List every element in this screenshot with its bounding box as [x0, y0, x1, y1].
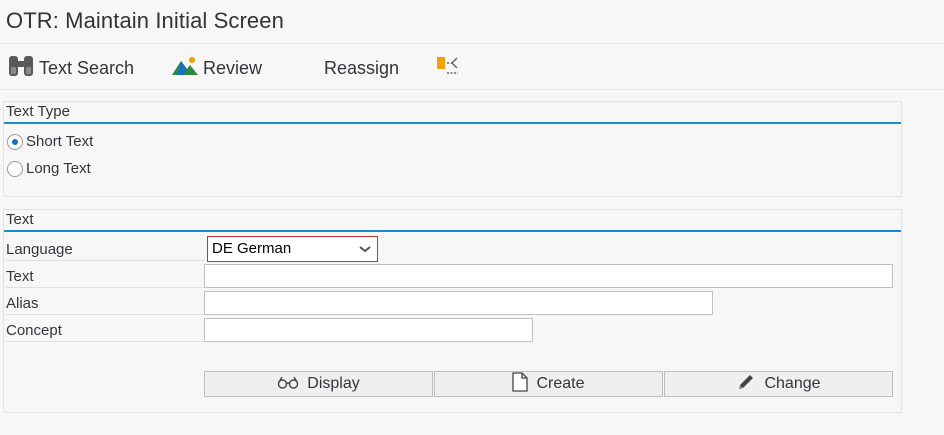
language-value: DE German [212, 240, 292, 257]
text-type-group: Text Type Short Text Long Text [3, 101, 902, 197]
concept-input[interactable] [204, 318, 533, 342]
application-toolbar: Text Search Review Reassign [0, 45, 944, 90]
alias-label: Alias [6, 290, 204, 315]
display-button[interactable]: Display [204, 371, 433, 397]
text-type-divider [4, 122, 901, 124]
language-label: Language [6, 236, 204, 261]
reassign-button[interactable]: Reassign [324, 54, 399, 82]
pencil-icon [736, 372, 764, 397]
text-group-title: Text [6, 211, 34, 228]
reassign-label: Reassign [324, 57, 400, 78]
review-label: Review [203, 57, 263, 78]
more-options-button[interactable] [436, 54, 467, 82]
mountain-icon [172, 55, 203, 82]
text-search-button[interactable]: Text Search [8, 54, 134, 82]
radio-short-text[interactable]: Short Text [7, 133, 93, 150]
display-label: Display [307, 375, 360, 392]
text-label: Text [6, 263, 204, 288]
radio-long-text-label: Long Text [26, 160, 91, 177]
text-search-label: Text Search [39, 57, 135, 78]
radio-short-text-label: Short Text [26, 133, 94, 150]
glasses-icon [277, 375, 307, 394]
create-label: Create [536, 375, 585, 392]
chevron-down-icon [359, 241, 371, 257]
branch-icon [436, 54, 467, 83]
concept-label: Concept [6, 317, 204, 342]
change-button[interactable]: Change [664, 371, 893, 397]
text-type-title: Text Type [6, 103, 70, 120]
title-bar: OTR: Maintain Initial Screen [0, 0, 944, 44]
document-icon [512, 371, 536, 397]
radio-selected-icon [7, 133, 23, 150]
binoculars-icon [8, 54, 39, 83]
text-input[interactable] [204, 264, 893, 288]
change-label: Change [764, 375, 821, 392]
create-button[interactable]: Create [434, 371, 663, 397]
review-button[interactable]: Review [172, 54, 262, 82]
alias-input[interactable] [204, 291, 713, 315]
radio-unselected-icon [7, 160, 23, 177]
text-group: Text Language DE German Text Alias Conce… [3, 209, 902, 413]
radio-long-text[interactable]: Long Text [7, 160, 91, 177]
window-title: OTR: Maintain Initial Screen [6, 8, 284, 33]
language-select[interactable]: DE German [207, 236, 378, 262]
text-group-divider [4, 230, 901, 232]
